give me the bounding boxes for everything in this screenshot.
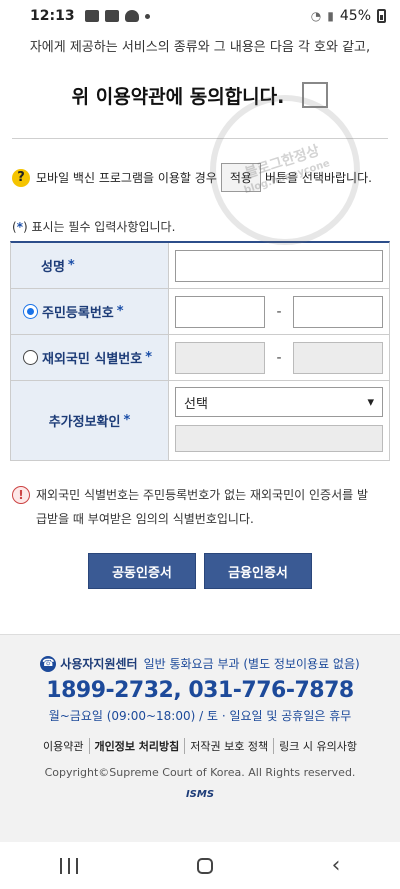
antivirus-notice: ? 모바일 백신 프로그램을 이용할 경우 적용 버튼을 선택바랍니다. [12,163,388,192]
foreigner-star-icon: * [145,350,153,365]
terms-link[interactable]: 이용약관 [38,738,90,754]
foreigner-cell: - [169,335,389,380]
wifi-icon: ◔ [310,9,322,23]
foreigner-back-input[interactable] [293,341,383,374]
battery-text: 45% [339,8,371,24]
foreigner-dash: - [276,349,282,366]
rrn-front-input[interactable] [175,295,265,328]
required-note: ( * ) 표시는 필수 입력사항입니다. [12,218,388,235]
footer: ☎ 사용자지원센터 일반 통화요금 부과 (별도 정보이용료 없음) 1899-… [0,634,400,842]
name-label-cell: 성명 * [11,243,169,288]
financial-cert-button[interactable]: 금융인증서 [204,553,312,589]
signal-icon: ▮ [327,9,334,23]
isms-logo: ISMS [185,789,215,800]
copyright: Copyright©Supreme Court of Korea. All Ri… [44,766,356,779]
exclamation-icon: ! [12,486,30,504]
rrn-label-cell: 주민등록번호 * [11,289,169,334]
phone-icon: ☎ [40,655,57,672]
page-content: 자에게 제공하는 서비스의 종류와 그 내용은 다음 각 호와 같고, 위 이용… [0,32,400,589]
copyright-policy-link[interactable]: 저작권 보호 정책 [185,738,275,754]
foreigner-radio[interactable] [23,350,38,365]
extra-star-icon: * [123,413,131,428]
privacy-link[interactable]: 개인정보 처리방침 [90,738,186,754]
rrn-label: 주민등록번호 [42,306,114,321]
recent-apps-icon[interactable] [59,857,78,874]
agree-label: 위 이용약관에 동의합니다. [71,85,285,108]
agree-row: 위 이용약관에 동의합니다. [0,78,400,112]
rrn-dash: - [276,303,282,320]
agree-checkbox[interactable] [302,82,329,108]
extra-info-row: 추가정보확인 * 선택 ▾ [11,381,389,461]
android-nav-bar: ‹ [0,842,400,889]
name-row: 성명 * [11,243,389,289]
rrn-radio[interactable] [23,304,38,319]
select-value: 선택 [184,396,208,412]
status-time: 12:13 [30,8,75,24]
chat-icon [104,10,119,22]
foreigner-front-input[interactable] [175,341,265,374]
footer-links: 이용약관 개인정보 처리방침 저작권 보호 정책 링크 시 유의사항 [0,738,400,754]
gallery-icon [84,10,99,22]
extra-cell: 선택 ▾ [169,381,389,460]
foreigner-warning: ! 재외국민 식별번호는 주민등록번호가 없는 재외국민이 인증서를 발 급받을… [12,483,388,531]
extra-label-cell: 추가정보확인 * [11,381,169,460]
cert-buttons: 공동인증서 금융인증서 [0,553,400,589]
chevron-down-icon: ▾ [367,394,374,410]
support-phones: 1899-2732, 031-776-7878 [46,678,354,703]
home-icon[interactable] [196,857,213,874]
terms-text: 자에게 제공하는 서비스의 종류와 그 내용은 다음 각 호와 같고, [29,40,371,55]
foreigner-row: 재외국민 식별번호 * - [11,335,389,381]
foreigner-label: 재외국민 식별번호 [42,352,143,367]
notice-text-before: 모바일 백신 프로그램을 이용할 경우 [36,171,217,185]
status-right: ◔ ▮ 45% [311,8,386,24]
joint-cert-button[interactable]: 공동인증서 [88,553,196,589]
name-label: 성명 [41,260,65,275]
apply-button[interactable]: 적용 [220,163,261,192]
dot-icon [144,13,150,19]
divider [12,138,388,139]
support-note: 일반 통화요금 부과 (별도 정보이용료 없음) [143,657,360,671]
extra-info-select[interactable]: 선택 ▾ [175,387,383,418]
extra-info-input[interactable] [175,425,383,452]
back-icon[interactable]: ‹ [332,854,341,877]
question-icon: ? [12,168,30,187]
notification-icons [84,10,150,22]
notice-text-after: 버튼을 선택바랍니다. [264,171,372,185]
rrn-back-input[interactable] [293,295,383,328]
rrn-cell: - [169,289,389,334]
support-hours: 월~금요일 (09:00~18:00) / 토 · 일요일 및 공휴일은 휴무 [48,709,352,723]
link-notice-link[interactable]: 링크 시 유의사항 [274,738,362,754]
required-note-text: ) 표시는 필수 입력사항입니다. [22,220,176,234]
foreigner-label-cell: 재외국민 식별번호 * [11,335,169,380]
name-star-icon: * [67,258,75,273]
support-row: ☎ 사용자지원센터 일반 통화요금 부과 (별도 정보이용료 없음) [0,655,400,672]
warning-line-1: 재외국민 식별번호는 주민등록번호가 없는 재외국민이 인증서를 발 [36,488,369,502]
rrn-row: 주민등록번호 * - [11,289,389,335]
support-title: 사용자지원센터 [60,657,138,671]
status-bar: 12:13 ◔ ▮ 45% [0,0,400,32]
cloud-icon [124,10,139,22]
warning-text: 재외국민 식별번호는 주민등록번호가 없는 재외국민이 인증서를 발 급받을 때… [36,483,368,531]
rrn-star-icon: * [116,304,124,319]
battery-icon [377,9,386,23]
extra-label: 추가정보확인 [48,415,121,430]
warning-line-2: 급받을 때 부여받은 임의의 식별번호입니다. [36,512,254,526]
name-cell [169,243,389,288]
name-input[interactable] [175,249,383,282]
identity-form: 성명 * 주민등록번호 * - 재외국민 식별번호 * - 추가정보확인 * 선… [10,241,390,461]
